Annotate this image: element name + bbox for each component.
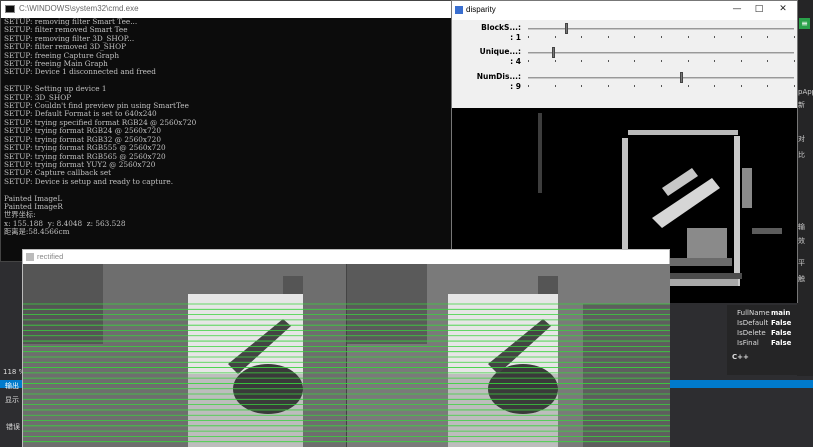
cmd-title: C:\WINDOWS\system32\cmd.exe: [19, 4, 139, 13]
properties-panel: FullName main IsDefault False IsDelete Fals…: [727, 305, 797, 375]
trackbar-value: : 4: [510, 57, 521, 66]
property-row: IsFinal False: [737, 339, 792, 347]
console-output: SETUP: removing filter Smart Tee... SETUP…: [4, 18, 450, 262]
trackbar-tick: [767, 60, 769, 62]
trackbar-tick: [767, 36, 769, 38]
trackbar-uniqueness: Unique...: : 4: [452, 47, 797, 73]
solution-icon[interactable]: ≡: [799, 18, 810, 29]
cmd-window: C:\WINDOWS\system32\cmd.exe SETUP: remov…: [0, 0, 452, 262]
ide-side-label: 触: [798, 275, 805, 283]
ide-side-label: pApp: [798, 88, 813, 96]
ide-side-label: 新: [798, 101, 805, 109]
trackbar-tick: [581, 60, 583, 62]
trackbar-tick: [607, 36, 609, 38]
trackbar-tick: [554, 36, 556, 38]
rectified-titlebar[interactable]: rectified: [23, 250, 669, 264]
trackbar-tick: [740, 85, 742, 87]
trackbar-value: : 9: [510, 82, 521, 91]
trackbar-ticks: [528, 85, 795, 88]
trackbar-tick: [528, 60, 529, 62]
trackbar-tick: [714, 60, 716, 62]
close-button[interactable]: ✕: [776, 4, 790, 14]
trackbar-tick: [714, 85, 716, 87]
trackbar-tick: [714, 36, 716, 38]
trackbar-ticks: [528, 36, 795, 39]
rectified-window: rectified: [22, 249, 670, 447]
property-row: IsDelete False: [737, 329, 792, 337]
trackbar-ticks: [528, 60, 795, 63]
maximize-button[interactable]: □: [752, 4, 766, 14]
trackbar-tick: [634, 85, 636, 87]
trackbar-tick: [634, 60, 636, 62]
trackbar-tick: [794, 85, 795, 87]
trackbar-tick: [581, 36, 583, 38]
trackbar-thumb[interactable]: [551, 47, 555, 58]
trackbar-tick: [554, 60, 556, 62]
property-row: C++: [732, 353, 749, 361]
property-row: FullName main: [737, 309, 791, 317]
trackbar-label: BlockS...:: [481, 23, 521, 32]
trackbar-tick: [740, 36, 742, 38]
cmd-icon: [5, 5, 15, 13]
trackbar-rail[interactable]: [528, 52, 794, 54]
trackbar-tick: [661, 36, 662, 38]
cmd-titlebar[interactable]: C:\WINDOWS\system32\cmd.exe: [1, 1, 451, 18]
error-tab[interactable]: 错误: [6, 422, 20, 432]
ide-side-label: 输: [798, 223, 805, 231]
console-line: x: 155.188 y: 8.4048 z: 563.528: [4, 218, 126, 228]
trackbar-tick: [528, 85, 529, 87]
trackbar-tick: [794, 60, 795, 62]
trackbar-tick: [661, 60, 662, 62]
trackbar-num-disparities: NumDis...: : 9: [452, 72, 797, 98]
window-icon: [26, 253, 34, 261]
ide-side-label: 对: [798, 135, 805, 143]
trackbar-value: : 1: [510, 33, 521, 42]
show-label: 显示: [5, 396, 19, 404]
disparity-titlebar[interactable]: disparity — □ ✕: [452, 1, 797, 20]
ide-side-label: 效: [798, 237, 805, 245]
trackbar-tick: [607, 60, 609, 62]
trackbar-tick: [740, 60, 742, 62]
console-line: Painted ImageL: [4, 193, 63, 203]
console-line: SETUP: Device 1 disconnected and freed: [4, 67, 156, 77]
window-icon: [455, 6, 463, 14]
trackbar-tick: [581, 85, 583, 87]
rectified-title: rectified: [37, 252, 64, 261]
trackbar-tick: [794, 36, 795, 38]
trackbar-tick: [661, 85, 662, 87]
trackbar-tick: [767, 85, 769, 87]
trackbar-thumb[interactable]: [679, 72, 683, 83]
ide-side-label: 平: [798, 259, 805, 267]
trackbar-rail[interactable]: [528, 77, 794, 79]
trackbar-tick: [687, 60, 689, 62]
trackbar-tick: [528, 36, 529, 38]
trackbar-panel: BlockS...: : 1 Unique...: : 4 NumDis...:…: [452, 20, 797, 108]
trackbar-block-size: BlockS...: : 1: [452, 23, 797, 49]
console-line: SETUP: Device is setup and ready to capt…: [4, 176, 174, 186]
trackbar-tick: [607, 85, 609, 87]
property-row: IsDefault False: [737, 319, 792, 327]
console-line: 距离是:58.4566cm: [4, 227, 70, 237]
console-line: Painted ImageR: [4, 201, 63, 211]
rectified-image: [23, 264, 670, 447]
trackbar-label: Unique...:: [479, 47, 521, 56]
trackbar-label: NumDis...:: [476, 72, 521, 81]
trackbar-tick: [554, 85, 556, 87]
trackbar-thumb[interactable]: [565, 23, 569, 34]
output-tab[interactable]: 输出: [5, 381, 19, 391]
trackbar-tick: [687, 85, 689, 87]
minimize-button[interactable]: —: [730, 4, 744, 14]
trackbar-tick: [687, 36, 689, 38]
disparity-title: disparity: [466, 5, 496, 14]
ide-side-label: 比: [798, 151, 805, 159]
trackbar-tick: [634, 36, 636, 38]
